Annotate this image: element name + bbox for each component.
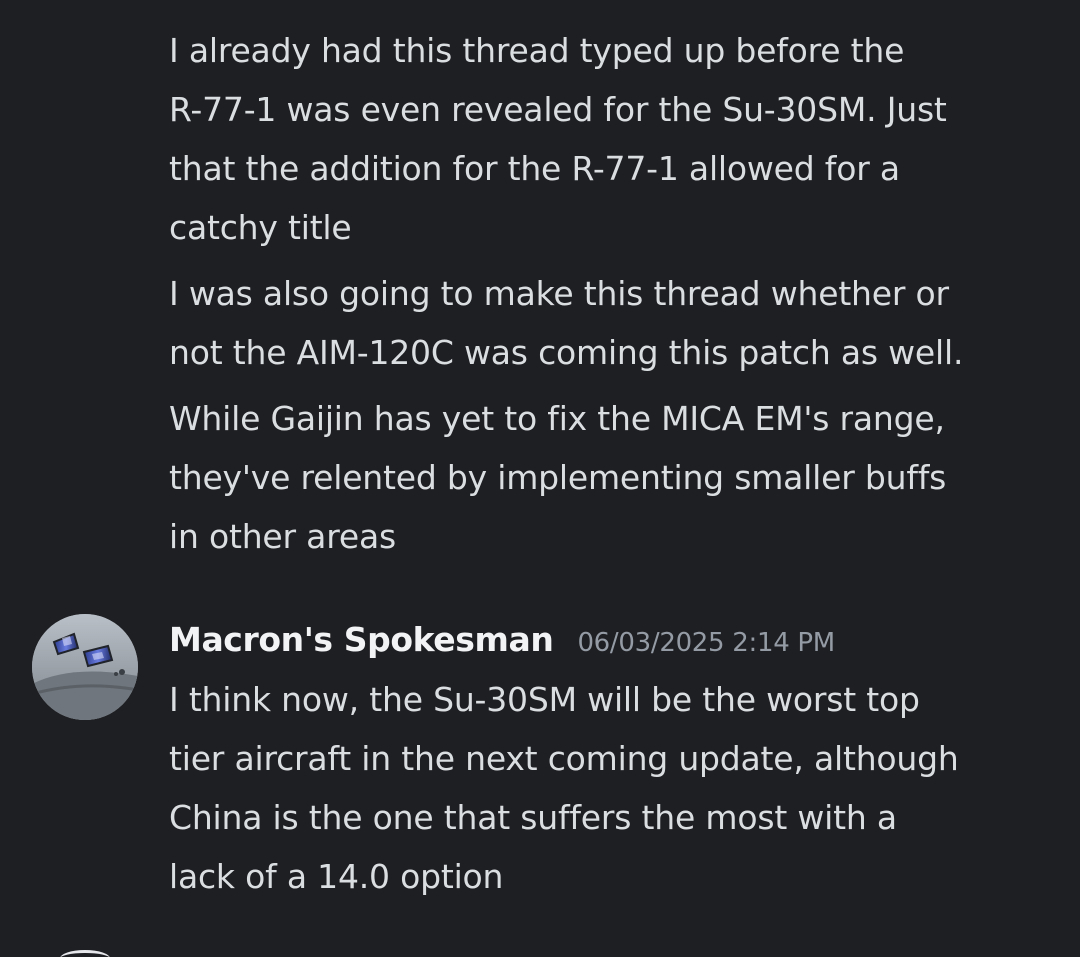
message-list[interactable]: I already had this thread typed up befor… xyxy=(0,0,1080,957)
user-avatar[interactable] xyxy=(32,614,138,720)
message-text-line: I was also going to make this thread whe… xyxy=(169,274,949,313)
username[interactable]: Macron's Spokesman xyxy=(169,620,554,659)
timestamp[interactable]: 06/03/2025 2:14 PM xyxy=(577,628,835,658)
message-text-line: While Gaijin has yet to fix the MICA EM'… xyxy=(169,399,945,438)
message-text-line: I already had this thread typed up befor… xyxy=(169,31,905,70)
next-message-avatar[interactable] xyxy=(60,950,110,957)
message-text-line: I think now, the Su-30SM will be the wor… xyxy=(169,680,920,719)
message-text-line: that the addition for the R-77-1 allowed… xyxy=(169,149,900,188)
message-text-line: not the AIM-120C was coming this patch a… xyxy=(169,333,964,372)
message-text-line: tier aircraft in the next coming update,… xyxy=(169,739,959,778)
message-text-line: China is the one that suffers the most w… xyxy=(169,798,897,837)
message-text-line: in other areas xyxy=(169,517,396,556)
jet-cockpit-avatar-icon xyxy=(32,614,138,720)
message-text-line: lack of a 14.0 option xyxy=(169,857,504,896)
message-text-line: R-77-1 was even revealed for the Su-30SM… xyxy=(169,90,947,129)
message-header: Macron's Spokesman 06/03/2025 2:14 PM xyxy=(169,620,835,672)
message-text-line: they've relented by implementing smaller… xyxy=(169,458,947,497)
message-text-line: catchy title xyxy=(169,208,352,247)
